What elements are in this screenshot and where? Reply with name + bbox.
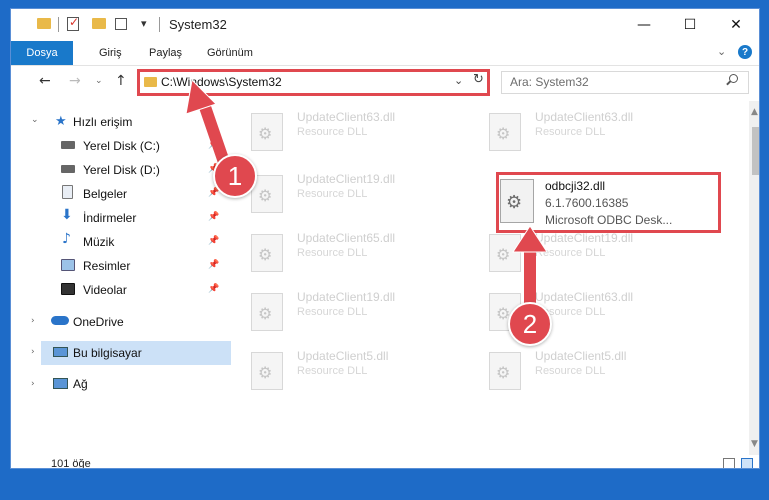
step-1-badge: 1: [213, 154, 257, 198]
step-2-badge: 2: [508, 302, 552, 346]
arrow-2: [512, 225, 548, 314]
arrow-1: [185, 78, 232, 174]
annotation-arrows: [185, 78, 548, 314]
